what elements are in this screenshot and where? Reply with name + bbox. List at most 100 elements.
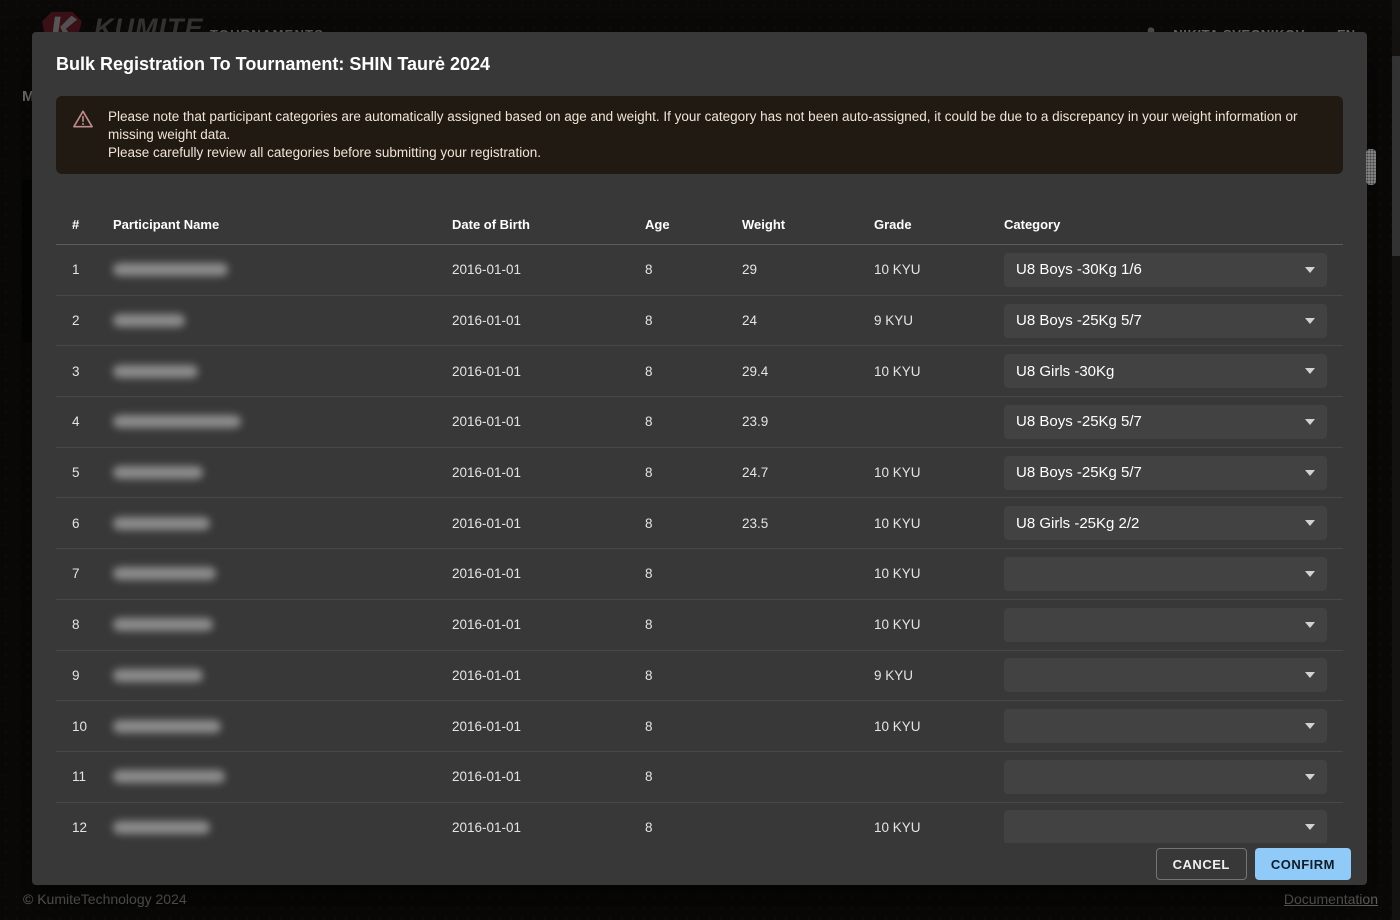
row-number-cell: 11 xyxy=(72,769,113,784)
chevron-down-icon xyxy=(1305,470,1315,476)
grade-cell: 10 KYU xyxy=(874,262,1004,277)
weight-cell: 24 xyxy=(742,313,874,328)
category-select[interactable] xyxy=(1004,608,1327,642)
category-selected-value: U8 Girls -30Kg xyxy=(1016,363,1297,380)
category-selected-value: U8 Boys -25Kg 5/7 xyxy=(1016,413,1297,430)
participant-name-cell xyxy=(113,314,452,327)
category-select[interactable]: U8 Boys -30Kg 1/6 xyxy=(1004,253,1327,287)
participant-name-cell xyxy=(113,669,452,682)
row-number-cell: 9 xyxy=(72,668,113,683)
redacted-name xyxy=(113,720,221,733)
category-select[interactable]: U8 Girls -30Kg xyxy=(1004,354,1327,388)
participant-name-cell xyxy=(113,466,452,479)
category-select[interactable]: U8 Boys -25Kg 5/7 xyxy=(1004,405,1327,439)
column-header-num: # xyxy=(72,217,113,232)
row-number-cell: 8 xyxy=(72,617,113,632)
age-cell: 8 xyxy=(645,719,742,734)
row-number-cell: 6 xyxy=(72,516,113,531)
participant-name-cell xyxy=(113,365,452,378)
table-row: 10 2016-01-01 8 10 KYU xyxy=(56,701,1343,752)
grade-cell: 10 KYU xyxy=(874,617,1004,632)
warning-text-1: Please note that participant categories … xyxy=(108,108,1327,144)
dob-cell: 2016-01-01 xyxy=(452,769,645,784)
redacted-name xyxy=(113,669,203,682)
chevron-down-icon xyxy=(1305,672,1315,678)
dob-cell: 2016-01-01 xyxy=(452,516,645,531)
warning-text-2: Please carefully review all categories b… xyxy=(108,144,1327,162)
category-select[interactable]: U8 Girls -25Kg 2/2 xyxy=(1004,506,1327,540)
dob-cell: 2016-01-01 xyxy=(452,617,645,632)
chevron-down-icon xyxy=(1305,368,1315,374)
dob-cell: 2016-01-01 xyxy=(452,566,645,581)
participant-name-cell xyxy=(113,770,452,783)
table-body: 1 2016-01-01 8 29 10 KYU U8 Boys -30Kg 1… xyxy=(56,245,1343,843)
age-cell: 8 xyxy=(645,262,742,277)
dob-cell: 2016-01-01 xyxy=(452,414,645,429)
redacted-name xyxy=(113,770,225,783)
category-select[interactable] xyxy=(1004,810,1327,843)
grade-cell: 10 KYU xyxy=(874,566,1004,581)
weight-cell: 29 xyxy=(742,262,874,277)
redacted-name xyxy=(113,821,210,834)
page-scrollbar-thumb[interactable] xyxy=(1392,56,1400,256)
grade-cell: 10 KYU xyxy=(874,465,1004,480)
chevron-down-icon xyxy=(1305,419,1315,425)
chevron-down-icon xyxy=(1305,318,1315,324)
category-select[interactable] xyxy=(1004,709,1327,743)
weight-cell: 24.7 xyxy=(742,465,874,480)
row-number-cell: 5 xyxy=(72,465,113,480)
chevron-down-icon xyxy=(1305,267,1315,273)
dob-cell: 2016-01-01 xyxy=(452,465,645,480)
category-selected-value: U8 Boys -30Kg 1/6 xyxy=(1016,261,1297,278)
table-row: 6 2016-01-01 8 23.5 10 KYU U8 Girls -25K… xyxy=(56,498,1343,549)
column-header-weight: Weight xyxy=(742,217,874,232)
category-selected-value: U8 Boys -25Kg 5/7 xyxy=(1016,464,1297,481)
modal-title: Bulk Registration To Tournament: SHIN Ta… xyxy=(32,32,1367,75)
age-cell: 8 xyxy=(645,516,742,531)
modal-scrollbar-thumb[interactable] xyxy=(1366,149,1376,185)
category-select[interactable] xyxy=(1004,760,1327,794)
row-number-cell: 4 xyxy=(72,414,113,429)
row-number-cell: 3 xyxy=(72,364,113,379)
participant-name-cell xyxy=(113,263,452,276)
cancel-button[interactable]: CANCEL xyxy=(1156,848,1247,880)
table-row: 4 2016-01-01 8 23.9 U8 Boys -25Kg 5/7 xyxy=(56,397,1343,448)
dob-cell: 2016-01-01 xyxy=(452,668,645,683)
table-row: 7 2016-01-01 8 10 KYU xyxy=(56,549,1343,600)
row-number-cell: 1 xyxy=(72,262,113,277)
category-select[interactable] xyxy=(1004,658,1327,692)
table-row: 11 2016-01-01 8 xyxy=(56,752,1343,803)
row-number-cell: 12 xyxy=(72,820,113,835)
table-row: 8 2016-01-01 8 10 KYU xyxy=(56,600,1343,651)
chevron-down-icon xyxy=(1305,824,1315,830)
chevron-down-icon xyxy=(1305,774,1315,780)
confirm-button[interactable]: CONFIRM xyxy=(1255,848,1351,880)
category-select[interactable] xyxy=(1004,557,1327,591)
age-cell: 8 xyxy=(645,566,742,581)
chevron-down-icon xyxy=(1305,571,1315,577)
grade-cell: 10 KYU xyxy=(874,364,1004,379)
redacted-name xyxy=(113,314,185,327)
age-cell: 8 xyxy=(645,414,742,429)
table-row: 5 2016-01-01 8 24.7 10 KYU U8 Boys -25Kg… xyxy=(56,448,1343,499)
row-number-cell: 10 xyxy=(72,719,113,734)
table-row: 2 2016-01-01 8 24 9 KYU U8 Boys -25Kg 5/… xyxy=(56,296,1343,347)
grade-cell: 9 KYU xyxy=(874,668,1004,683)
table-row: 9 2016-01-01 8 9 KYU xyxy=(56,651,1343,702)
age-cell: 8 xyxy=(645,465,742,480)
category-select[interactable]: U8 Boys -25Kg 5/7 xyxy=(1004,304,1327,338)
chevron-down-icon xyxy=(1305,622,1315,628)
category-select[interactable]: U8 Boys -25Kg 5/7 xyxy=(1004,456,1327,490)
chevron-down-icon xyxy=(1305,723,1315,729)
warning-triangle-icon xyxy=(72,108,94,134)
age-cell: 8 xyxy=(645,313,742,328)
grade-cell: 10 KYU xyxy=(874,820,1004,835)
table-row: 1 2016-01-01 8 29 10 KYU U8 Boys -30Kg 1… xyxy=(56,245,1343,296)
dob-cell: 2016-01-01 xyxy=(452,820,645,835)
column-header-category: Category xyxy=(1004,217,1327,232)
table-header-row: #Participant NameDate of BirthAgeWeightG… xyxy=(56,205,1343,245)
dob-cell: 2016-01-01 xyxy=(452,719,645,734)
dob-cell: 2016-01-01 xyxy=(452,262,645,277)
warning-banner: Please note that participant categories … xyxy=(56,96,1343,174)
dob-cell: 2016-01-01 xyxy=(452,313,645,328)
